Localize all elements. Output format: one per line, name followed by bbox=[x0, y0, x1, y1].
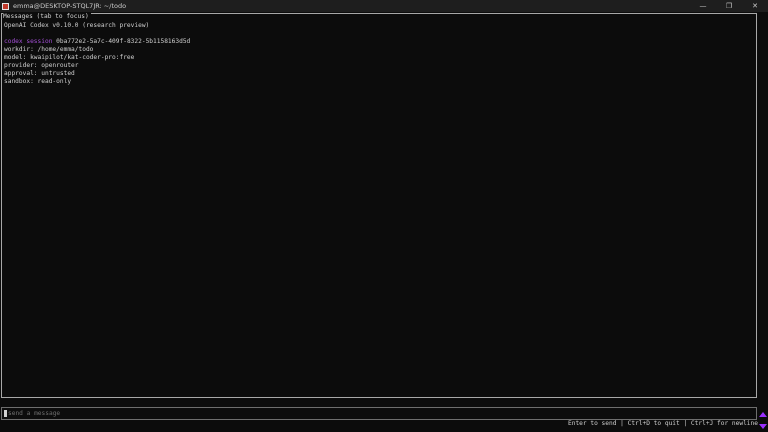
session-label: codex session bbox=[4, 38, 53, 45]
title-bar[interactable]: emma@DESKTOP-STQL7JR: ~/todo — ❐ ✕ bbox=[0, 0, 768, 12]
keyboard-hint: Enter to send | Ctrl+D to quit | Ctrl+J … bbox=[568, 420, 758, 427]
messages-panel[interactable]: Messages (tab to focus) OpenAI Codex v0.… bbox=[1, 13, 757, 398]
message-input-box[interactable] bbox=[1, 407, 757, 420]
window-controls: — ❐ ✕ bbox=[690, 0, 768, 12]
text-cursor bbox=[4, 410, 7, 417]
window-title: emma@DESKTOP-STQL7JR: ~/todo bbox=[13, 2, 127, 10]
codex-version-line: OpenAI Codex v0.10.0 (research preview) bbox=[4, 22, 150, 29]
model-line: model: kwaipilot/kat-coder-pro:free bbox=[4, 54, 135, 61]
close-button[interactable]: ✕ bbox=[742, 0, 768, 12]
provider-line: provider: openrouter bbox=[4, 62, 79, 69]
session-line: codex session 0ba772e2-5a7c-409f-8322-5b… bbox=[4, 38, 754, 46]
session-id: 0ba772e2-5a7c-409f-8322-5b1158163d5d bbox=[56, 38, 191, 45]
scroll-up-icon[interactable] bbox=[759, 412, 767, 417]
workdir-line: workdir: /home/emma/todo bbox=[4, 46, 94, 53]
messages-panel-title: Messages (tab to focus) bbox=[3, 13, 91, 21]
message-input[interactable] bbox=[8, 408, 756, 419]
scroll-down-icon[interactable] bbox=[759, 424, 767, 429]
approval-line: approval: untrusted bbox=[4, 70, 75, 77]
maximize-button[interactable]: ❐ bbox=[716, 0, 742, 12]
terminal-window: emma@DESKTOP-STQL7JR: ~/todo — ❐ ✕ Messa… bbox=[0, 0, 768, 432]
sandbox-line: sandbox: read-only bbox=[4, 78, 72, 85]
minimize-button[interactable]: — bbox=[690, 0, 716, 12]
terminal-app-icon bbox=[2, 2, 9, 10]
messages-body: OpenAI Codex v0.10.0 (research preview) … bbox=[4, 22, 754, 395]
